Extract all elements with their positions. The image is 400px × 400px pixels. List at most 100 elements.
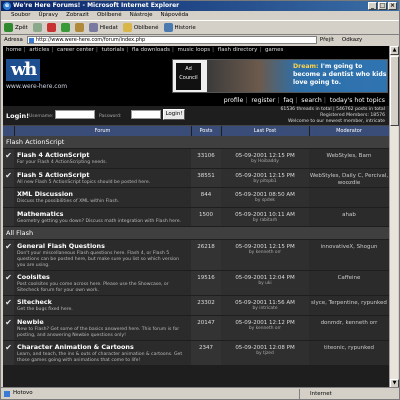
- site-top-nav: home | articles | career center | tutorials…: [3, 46, 389, 55]
- nav-music-loops[interactable]: music loops: [178, 47, 211, 53]
- home-button[interactable]: [74, 23, 84, 32]
- forum-info: General Flash Questions Don't your miscel…: [14, 239, 191, 272]
- forum-info: Flash 5 ActionScript All new Flash 5 Acti…: [14, 168, 191, 189]
- history-button[interactable]: Historie: [163, 23, 196, 32]
- moderators[interactable]: slyce, Terpentine, rypunked: [309, 295, 389, 316]
- site-logo[interactable]: wh: [6, 59, 40, 81]
- links-button[interactable]: Odkazy: [342, 37, 362, 43]
- moderators[interactable]: [309, 187, 389, 208]
- checkmark-icon: ✔: [3, 239, 14, 272]
- forum-info: XML Discussion Discuss the possibilities …: [14, 187, 191, 208]
- moderators[interactable]: Caffeine: [309, 270, 389, 297]
- forum-name-link[interactable]: XML Discussion: [17, 190, 188, 198]
- forum-name-link[interactable]: General Flash Questions: [17, 242, 188, 250]
- forum-name-link[interactable]: Coolsites: [17, 273, 188, 281]
- forum-description: For your Flash 4 ActionScripting needs.: [17, 160, 107, 165]
- scroll-up-button[interactable]: ▲: [390, 46, 399, 55]
- last-post: 05-09-2001 12:08 PM by tjzed: [221, 340, 309, 367]
- checkmark-icon: ✔: [3, 340, 14, 367]
- forum-description: New to Flash? Get some of the basics ans…: [17, 326, 180, 338]
- last-post-author[interactable]: by tjzed: [221, 351, 309, 357]
- browser-window: e We're Here Forums! - Microsoft Interne…: [0, 0, 400, 400]
- nav-hot-topics[interactable]: today's hot topics: [330, 97, 385, 104]
- category-title[interactable]: Flash ActionScript: [3, 136, 389, 149]
- nav-flash-directory[interactable]: flash directory: [218, 47, 258, 53]
- last-post-author[interactable]: by kenneth orr: [221, 250, 309, 256]
- moderators[interactable]: donmdr, kenneth orr: [309, 315, 389, 342]
- moderators[interactable]: WebStyles, Barn: [309, 148, 389, 169]
- menu-soubor[interactable]: Soubor: [11, 11, 30, 20]
- menu-upravy[interactable]: Úpravy: [38, 11, 58, 20]
- nav-faq[interactable]: faq: [283, 97, 293, 104]
- forum-name-link[interactable]: Newbie: [17, 318, 188, 326]
- moderators[interactable]: WebStyles, Daily C, Percival, woozdie: [309, 168, 389, 189]
- last-post-author[interactable]: by uki: [221, 281, 309, 287]
- forum-name-link[interactable]: Flash 4 ActionScript: [17, 151, 188, 159]
- forum-name-link[interactable]: Mathematics: [17, 210, 188, 218]
- nav-articles[interactable]: articles: [29, 47, 49, 53]
- forum-info: Coolsites Post coolsites you come across …: [14, 270, 191, 297]
- forum-name-link[interactable]: Flash 5 ActionScript: [17, 171, 188, 179]
- nav-search[interactable]: search: [301, 97, 322, 104]
- forward-arrow-icon: [32, 23, 42, 32]
- maximize-button[interactable]: □: [378, 2, 387, 10]
- last-post-author[interactable]: by pitspb1: [221, 179, 309, 185]
- address-input[interactable]: http://www.were-here.com/forum/index.php: [26, 36, 317, 44]
- menu-zobrazit[interactable]: Zobrazit: [66, 11, 89, 20]
- stop-button[interactable]: [46, 23, 56, 32]
- forum-description: All new Flash 5 ActionScript topics shou…: [17, 179, 151, 185]
- nav-home[interactable]: home: [6, 47, 22, 53]
- last-post: 05-09-2001 12:15 PM by pitspb1: [221, 168, 309, 189]
- last-post-author[interactable]: by spdek: [221, 198, 309, 204]
- go-button[interactable]: Přejít: [320, 37, 334, 43]
- username-label: Username:: [29, 114, 54, 119]
- favorites-icon: [122, 23, 132, 32]
- forum-row: ✔ Flash 4 ActionScript For your Flash 4 Ac…: [3, 148, 389, 169]
- address-bar: Adresa http://www.were-here.com/forum/in…: [1, 35, 399, 45]
- table-header-row: Forum Posts Last Post Moderator: [3, 126, 389, 136]
- forum-row: ✔ Flash 5 ActionScript All new Flash 5 Act…: [3, 168, 389, 189]
- last-post-author[interactable]: by rabitarh: [221, 218, 309, 224]
- forum-name-link[interactable]: Character Animation & Cartoons: [17, 343, 188, 351]
- nav-profile[interactable]: profile: [224, 97, 244, 104]
- login-button[interactable]: Login!: [163, 109, 185, 120]
- menu-oblibene[interactable]: Oblíbené: [97, 11, 122, 20]
- toolbar: Zpět Hledat Oblíbené Historie: [1, 20, 399, 35]
- minimize-button[interactable]: _: [368, 2, 377, 10]
- nav-games[interactable]: games: [265, 47, 283, 53]
- last-post-author[interactable]: by Hoibaddy: [221, 159, 309, 165]
- username-input[interactable]: [55, 110, 95, 119]
- nav-career-center[interactable]: career center: [57, 47, 94, 53]
- favorites-button[interactable]: Oblíbené: [122, 23, 159, 32]
- scroll-thumb[interactable]: [390, 56, 399, 126]
- menu-nastroje[interactable]: Nástroje: [130, 11, 153, 20]
- last-post: 05-09-2001 12:12 PM by kenneth orr: [221, 315, 309, 342]
- header-last-post: Last Post: [221, 126, 310, 136]
- nav-fla-downloads[interactable]: fla downloads: [132, 47, 170, 53]
- address-label: Adresa: [4, 37, 23, 43]
- last-post-date: 05-09-2001 12:15 PM: [235, 172, 295, 179]
- last-post: 05-09-2001 11:56 AM by intricate: [221, 295, 309, 316]
- banner-ad[interactable]: Ad Council Dream: I'm going to become a …: [172, 59, 388, 93]
- close-button[interactable]: ×: [388, 2, 397, 10]
- nav-tutorials[interactable]: tutorials: [102, 47, 125, 53]
- checkmark-icon: ✔: [3, 315, 14, 342]
- search-button[interactable]: Hledat: [88, 23, 118, 32]
- header-forum: Forum: [14, 126, 192, 136]
- vertical-scrollbar[interactable]: ▲ ▼: [389, 46, 399, 388]
- last-post-author[interactable]: by intricate: [221, 306, 309, 312]
- forward-button[interactable]: [32, 23, 42, 32]
- forum-name-link[interactable]: Sitecheck: [17, 298, 188, 306]
- category-title[interactable]: All Flash: [3, 226, 389, 241]
- password-input[interactable]: [131, 110, 161, 119]
- post-count: 20147: [191, 315, 221, 342]
- last-post-author[interactable]: by kenneth orr: [221, 326, 309, 332]
- refresh-button[interactable]: [60, 23, 70, 32]
- nav-register[interactable]: register: [251, 97, 275, 104]
- moderators[interactable]: ahab: [309, 207, 389, 228]
- post-count: 19516: [191, 270, 221, 297]
- back-button[interactable]: Zpět: [4, 23, 28, 32]
- menu-napoveda[interactable]: Nápověda: [161, 11, 189, 20]
- moderators[interactable]: innovativeX, Shogun: [309, 239, 389, 272]
- moderators[interactable]: titeonic, rypunked: [309, 340, 389, 367]
